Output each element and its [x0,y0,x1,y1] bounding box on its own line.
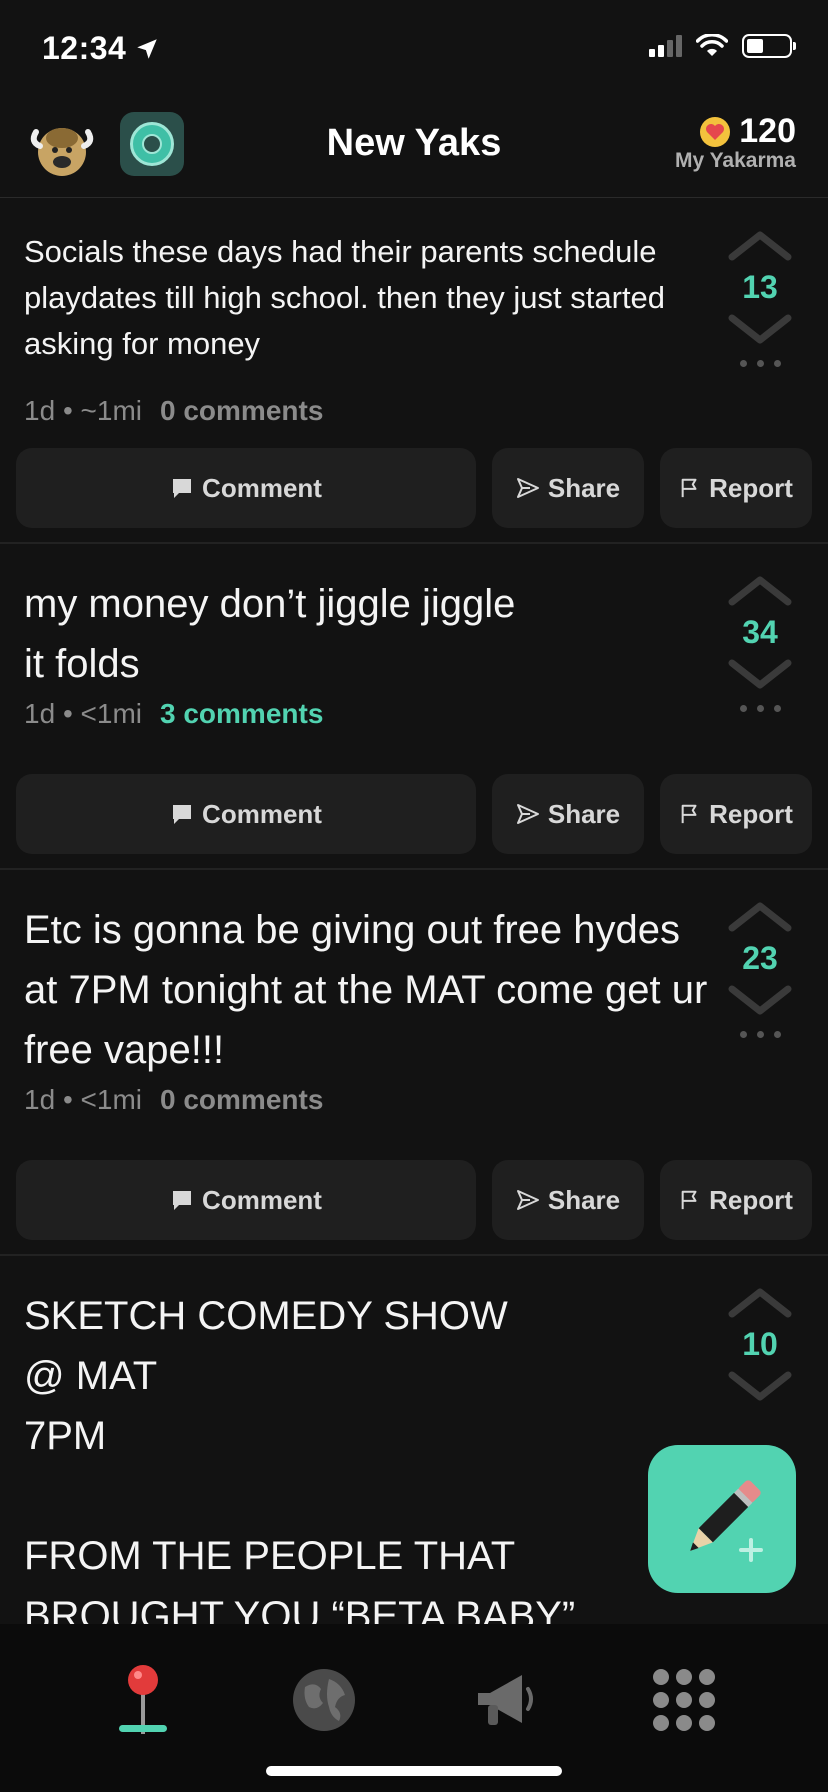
post-actions: Comment Share Report [0,448,828,544]
yak-post: my money don’t jiggle jiggle it folds 1d… [0,544,828,870]
yak-post: Etc is gonna be giving out free hydes at… [0,870,828,1256]
comment-icon [173,479,192,498]
location-arrow-icon [137,38,158,59]
flag-icon [681,1190,697,1210]
upvote-icon[interactable] [728,1286,792,1318]
status-bar: 12:34 [0,0,828,100]
tab-more[interactable] [644,1660,724,1740]
report-button[interactable]: Report [660,448,812,528]
comment-button[interactable]: Comment [16,448,476,528]
status-time: 12:34 [42,30,160,67]
yak-post: Socials these days had their parents sch… [0,199,828,544]
more-options-icon[interactable] [739,1031,781,1038]
share-icon [516,804,539,824]
comment-icon [173,805,192,824]
globe-icon [293,1669,355,1731]
tab-announcements[interactable] [465,1660,545,1740]
downvote-icon[interactable] [728,985,792,1017]
more-options-icon[interactable] [739,705,781,712]
vote-widget: 23 [720,900,800,1038]
flag-icon [681,478,697,498]
share-icon [516,478,539,498]
post-age: 1d • <1mi [24,1084,142,1115]
comment-count[interactable]: 3 comments [160,698,323,730]
post-actions: Comment Share Report [0,1160,828,1256]
upvote-icon[interactable] [728,900,792,932]
post-meta: 1d • <1mi 0 comments [0,1084,347,1116]
wifi-icon [696,34,728,56]
vote-score: 13 [742,269,778,305]
yakarma[interactable]: 120 My Yakarma [675,112,796,173]
compose-button[interactable] [648,1445,796,1593]
feed[interactable]: Socials these days had their parents sch… [0,199,828,1624]
vote-widget: 13 [720,229,800,367]
share-icon [516,1190,539,1210]
yakarma-label: My Yakarma [674,149,796,172]
post-meta: 1d • ~1mi 0 comments [0,395,347,427]
comment-icon [173,1191,192,1210]
share-button[interactable]: Share [492,448,644,528]
active-tab-indicator [119,1725,167,1732]
downvote-icon[interactable] [728,659,792,691]
post-text[interactable]: Etc is gonna be giving out free hydes at… [0,870,828,1080]
downvote-icon[interactable] [728,314,792,346]
comment-button[interactable]: Comment [16,1160,476,1240]
post-text[interactable]: Socials these days had their parents sch… [0,199,828,367]
flag-icon [681,804,697,824]
signal-icon [649,35,682,57]
report-button[interactable]: Report [660,1160,812,1240]
megaphone-icon [478,1675,533,1725]
vote-widget: 34 [720,574,800,712]
upvote-icon[interactable] [728,229,792,261]
report-button[interactable]: Report [660,774,812,854]
comment-button[interactable]: Comment [16,774,476,854]
upvote-icon[interactable] [728,574,792,606]
comment-count[interactable]: 0 comments [160,395,323,427]
battery-icon [742,34,796,58]
status-time-text: 12:34 [42,30,127,66]
more-options-icon[interactable] [739,360,781,367]
share-button[interactable]: Share [492,1160,644,1240]
post-actions: Comment Share Report [0,774,828,870]
post-age: 1d • <1mi [24,698,142,729]
post-text[interactable]: my money don’t jiggle jiggle it folds [0,544,828,694]
tab-explore[interactable] [284,1660,364,1740]
vote-score: 10 [742,1326,778,1362]
post-age: 1d • ~1mi [24,395,142,426]
vote-score: 23 [742,940,778,976]
comment-count[interactable]: 0 comments [160,1084,323,1116]
home-indicator[interactable] [266,1766,562,1776]
pencil-plus-icon [690,1480,763,1562]
vote-widget: 10 [720,1286,800,1403]
post-meta: 1d • <1mi 3 comments [0,698,347,730]
status-icons [649,34,796,58]
share-button[interactable]: Share [492,774,644,854]
top-header: New Yaks 120 My Yakarma [0,100,828,198]
heart-coin-icon [700,116,731,147]
vote-score: 34 [742,614,778,650]
grid-icon [653,1669,715,1731]
yakarma-score: 120 [739,112,796,150]
downvote-icon[interactable] [728,1371,792,1403]
